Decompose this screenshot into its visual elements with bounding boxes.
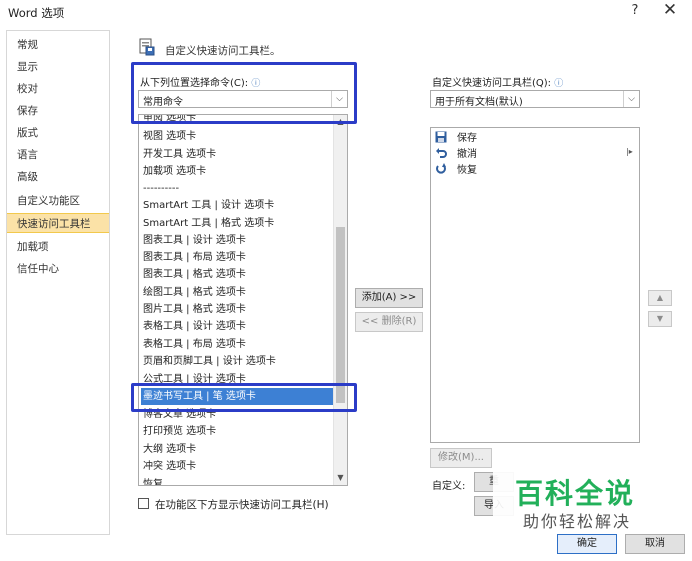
toolbar-items-list[interactable]: 保存 撤消 |▸ 恢复 [430,127,640,443]
list-item[interactable]: 恢复 [141,476,163,485]
toolbar-item-label: 恢复 [457,165,477,176]
nav-item-quick-access-toolbar[interactable]: 快速访问工具栏 [7,213,109,233]
nav-item-advanced[interactable]: 高级 [7,167,109,187]
add-button[interactable]: 添加(A) >> [355,288,423,308]
move-up-button[interactable]: ▲ [648,290,672,306]
list-item[interactable]: 视图 选项卡 [141,128,196,145]
modify-button[interactable]: 修改(M)... [430,448,492,468]
nav-item-proofing[interactable]: 校对 [7,79,109,99]
title-bar [0,0,692,26]
list-item[interactable]: 图片工具 | 格式 选项卡 [141,301,246,318]
save-icon [435,131,447,143]
list-item[interactable]: 开发工具 选项卡 [141,146,216,163]
redo-icon [435,163,447,175]
remove-button[interactable]: << 删除(R) [355,312,423,332]
highlight-box-dropdown [131,62,357,124]
nav-item-addins[interactable]: 加载项 [7,237,109,257]
customizations-label: 自定义: [432,481,466,492]
list-item[interactable]: 图表工具 | 设计 选项卡 [141,232,246,249]
commands-list[interactable]: 审阅 选项卡 视图 选项卡 开发工具 选项卡 加载项 选项卡 ---------… [138,114,348,486]
toolbar-item-redo[interactable]: 恢复 [435,163,477,179]
page-heading: 自定义快速访问工具栏。 [165,45,281,57]
toolbar-item-save[interactable]: 保存 [435,131,477,147]
scroll-down-icon[interactable]: ▼ [334,471,347,485]
ok-button[interactable]: 确定 [557,534,617,554]
scroll-thumb[interactable] [336,227,345,403]
chevron-down-icon[interactable]: ⌵ [623,91,639,107]
list-item[interactable]: 表格工具 | 设计 选项卡 [141,318,246,335]
nav-item-general[interactable]: 常规 [7,35,109,55]
watermark-title: 百科全说 [515,477,636,510]
nav-item-customize-ribbon[interactable]: 自定义功能区 [7,191,109,211]
expand-arrow-icon[interactable]: |▸ [626,147,633,156]
toolbar-item-undo[interactable]: 撤消 [435,147,477,163]
options-nav: 常规 显示 校对 保存 版式 语言 高级 自定义功能区 快速访问工具栏 加载项 … [6,30,110,535]
nav-item-trust-center[interactable]: 信任中心 [7,259,109,279]
list-item[interactable]: 图表工具 | 布局 选项卡 [141,249,246,266]
move-down-button[interactable]: ▼ [648,311,672,327]
list-separator: ---------- [143,183,180,194]
watermark-subtitle: 助你轻松解决 [523,512,632,531]
window-title: Word 选项 [8,6,65,20]
list-item[interactable]: SmartArt 工具 | 设计 选项卡 [141,197,274,214]
cancel-button[interactable]: 取消 [625,534,685,554]
customize-toolbar-label: 自定义快速访问工具栏(Q): ⓘ [432,74,563,89]
list-item[interactable]: 冲突 选项卡 [141,458,196,475]
nav-item-layout[interactable]: 版式 [7,123,109,143]
toolbar-item-label: 撤消 [457,149,477,160]
customize-toolbar-value: 用于所有文档(默认) [435,97,523,108]
nav-item-save[interactable]: 保存 [7,101,109,121]
watermark: 百科全说 助你轻松解决 [493,466,667,536]
toolbar-item-label: 保存 [457,133,477,144]
customize-toolbar-dropdown[interactable]: 用于所有文档(默认) ⌵ [430,90,640,108]
info-icon: ⓘ [554,79,564,89]
list-item[interactable]: 加载项 选项卡 [141,163,206,180]
list-item[interactable]: 绘图工具 | 格式 选项卡 [141,284,246,301]
undo-icon [435,147,447,159]
highlight-box-selection [131,383,357,412]
close-button[interactable]: ✕ [660,0,680,20]
help-button[interactable]: ? [628,3,642,18]
nav-item-language[interactable]: 语言 [7,145,109,165]
show-below-ribbon-label: 在功能区下方显示快速访问工具栏(H) [155,499,329,511]
commands-scrollbar[interactable]: ▲ ▼ [333,115,347,485]
show-below-ribbon-checkbox[interactable] [138,498,149,509]
list-item[interactable]: 大纲 选项卡 [141,441,196,458]
quick-access-toolbar-icon [138,37,156,57]
list-item[interactable]: 页眉和页脚工具 | 设计 选项卡 [141,353,276,370]
list-item[interactable]: 表格工具 | 布局 选项卡 [141,336,246,353]
list-item[interactable]: 打印预览 选项卡 [141,423,216,440]
customize-toolbar-label-text: 自定义快速访问工具栏(Q): [432,78,552,89]
list-item[interactable]: 图表工具 | 格式 选项卡 [141,266,246,283]
nav-item-display[interactable]: 显示 [7,57,109,77]
list-item[interactable]: SmartArt 工具 | 格式 选项卡 [141,215,274,232]
